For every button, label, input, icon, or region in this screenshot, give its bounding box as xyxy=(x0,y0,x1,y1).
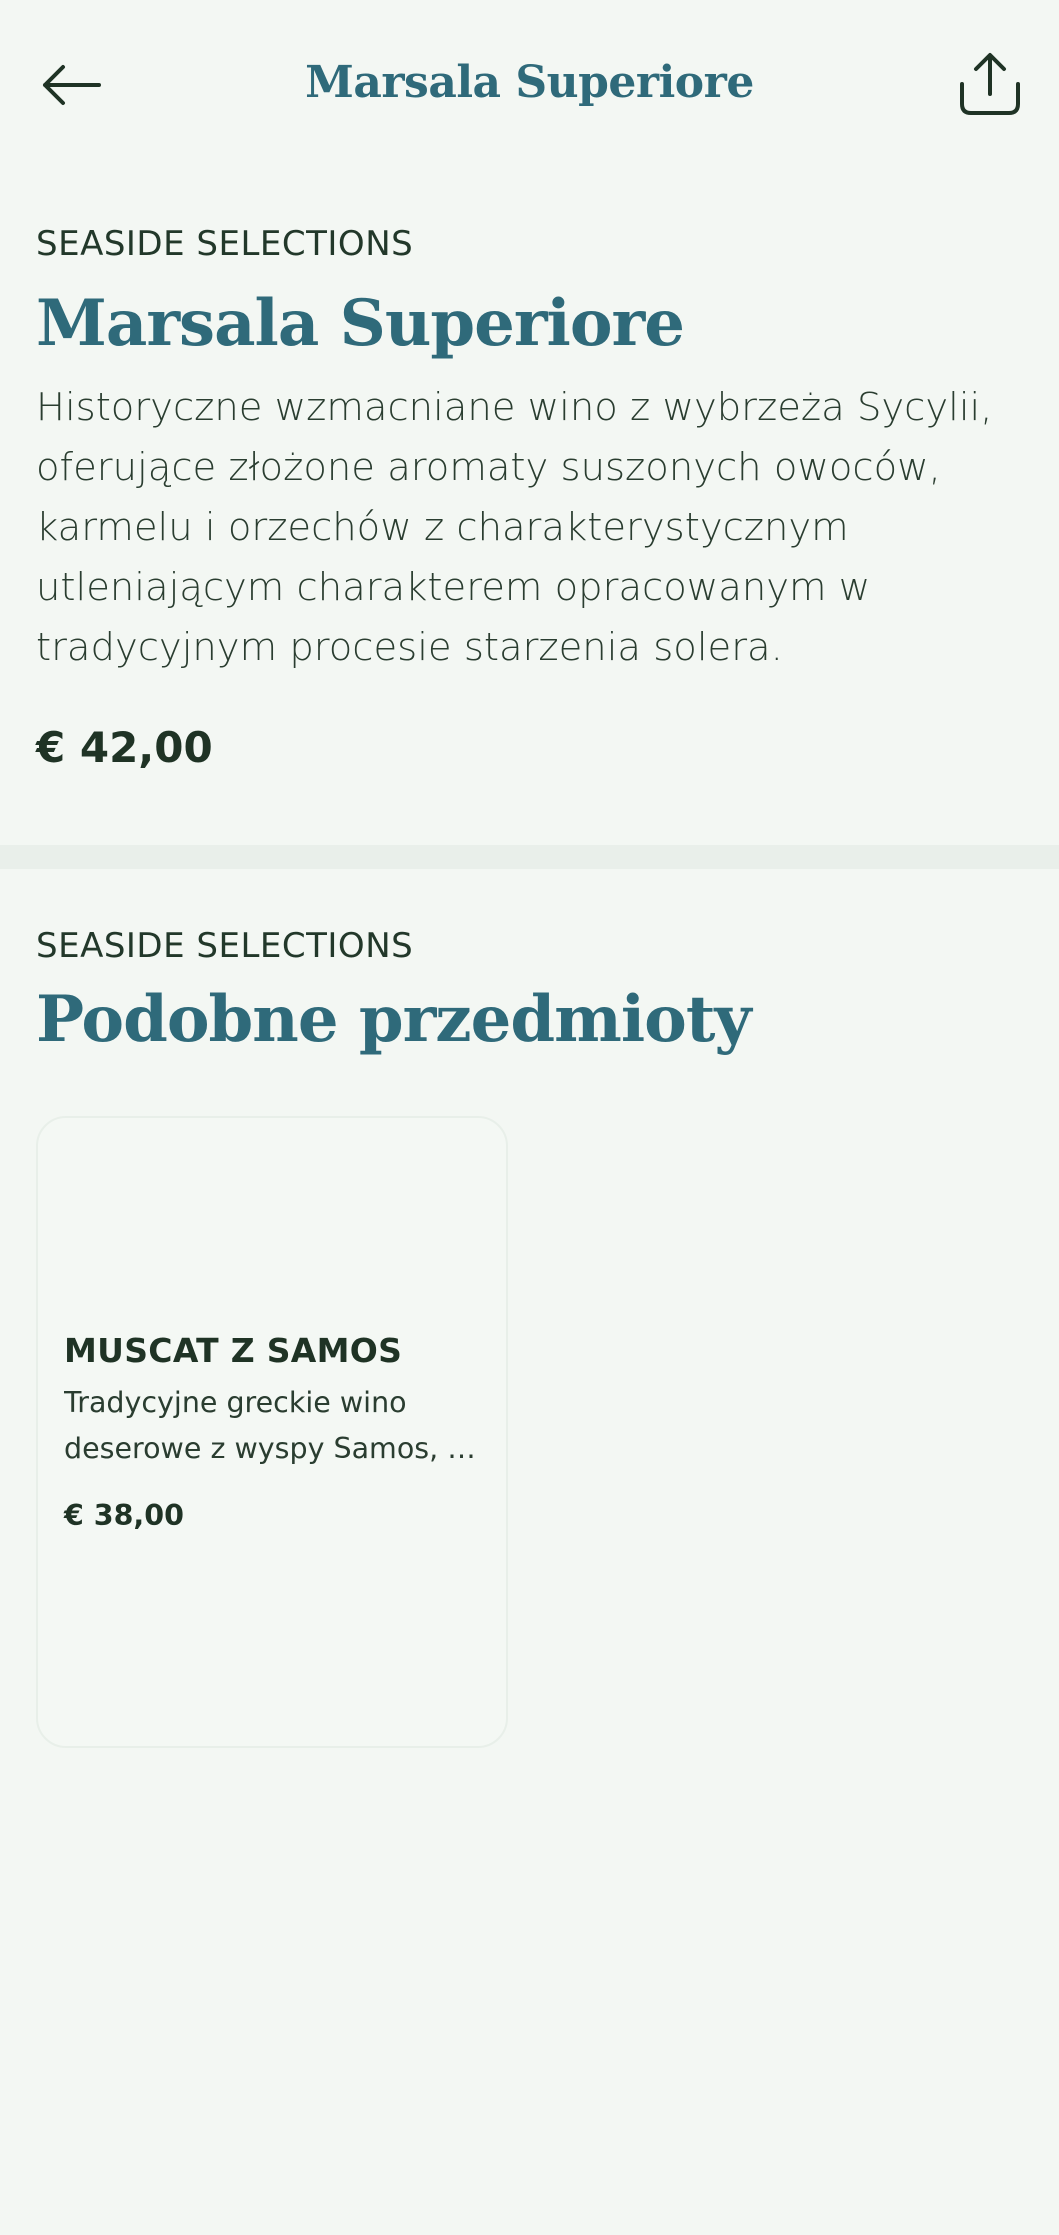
similar-items-section: SEASIDE SELECTIONS Podobne przedmioty xyxy=(36,922,1026,1060)
similar-item-card[interactable]: MUSCAT Z SAMOS Tradycyjne greckie wino d… xyxy=(36,1116,508,1748)
product-image-placeholder xyxy=(38,1118,506,1318)
similar-brand: SEASIDE SELECTIONS xyxy=(36,926,414,966)
product-description: Historyczne wzmacniane wino z wybrzeża S… xyxy=(36,385,993,670)
top-bar: Marsala Superiore xyxy=(0,0,1059,170)
product-brand: SEASIDE SELECTIONS xyxy=(36,224,414,264)
similar-item-price: € 38,00 xyxy=(64,1499,184,1532)
back-button[interactable] xyxy=(36,52,106,118)
similar-item-name: MUSCAT Z SAMOS xyxy=(64,1331,403,1370)
similar-items-title: Podobne przedmioty xyxy=(36,982,752,1057)
page-title: Marsala Superiore xyxy=(305,57,754,108)
product-details: SEASIDE SELECTIONS Marsala Superiore His… xyxy=(36,220,1026,776)
similar-item-description: Tradycyjne greckie wino deserowe z wyspy… xyxy=(64,1386,465,1465)
product-title: Marsala Superiore xyxy=(36,286,685,361)
section-divider xyxy=(0,845,1059,869)
product-price: € 42,00 xyxy=(36,723,213,772)
share-button[interactable] xyxy=(955,48,1025,120)
share-icon xyxy=(960,53,1020,115)
arrow-left-icon xyxy=(43,65,101,105)
